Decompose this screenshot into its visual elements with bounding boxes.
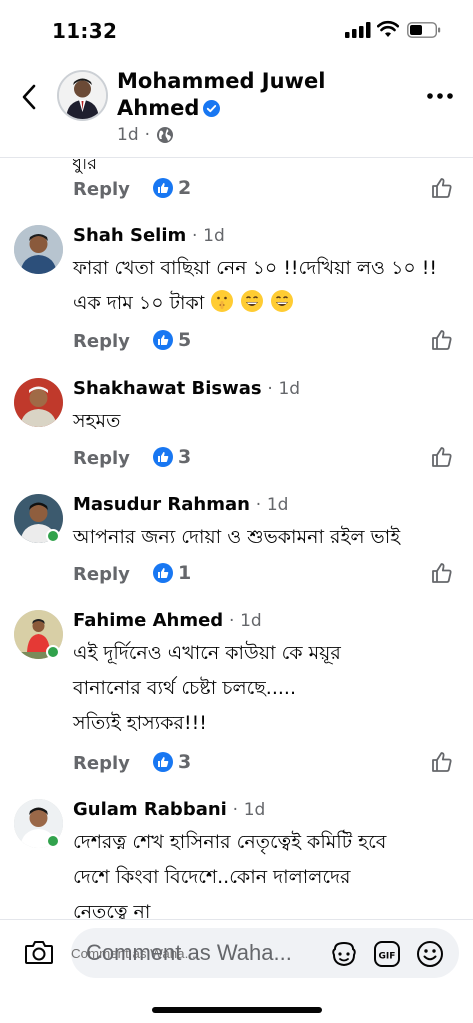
thumbs-up-icon[interactable] <box>431 751 453 773</box>
commenter-name[interactable]: Fahime Ahmed <box>73 610 223 631</box>
status-bar: 11:32 <box>0 0 473 58</box>
comment-header: Shakhawat Biswas · 1d <box>73 378 300 399</box>
comment-time-separator: · <box>255 495 262 515</box>
like-count[interactable]: 3 <box>153 751 191 773</box>
comment-text-line: সত্যিই হাস্যকর!!! <box>73 712 207 734</box>
comment-text: সহমত <box>73 410 121 432</box>
thumbs-up-icon[interactable] <box>431 446 453 468</box>
commenter-name[interactable]: Gulam Rabbani <box>73 799 227 820</box>
author-avatar-image <box>59 72 106 119</box>
cellular-signal-icon <box>345 22 371 38</box>
comment-time: 1d <box>203 226 225 246</box>
more-horizontal-icon <box>427 93 453 99</box>
like-count-value: 3 <box>178 751 192 773</box>
status-time: 11:32 <box>52 19 118 43</box>
like-count-value: 3 <box>178 446 192 468</box>
comment-time: 1d <box>266 495 289 515</box>
camera-icon[interactable] <box>24 938 54 966</box>
thumbs-up-icon[interactable] <box>431 329 453 351</box>
globe-icon <box>157 127 174 143</box>
verified-badge-icon <box>203 100 221 117</box>
online-status-indicator <box>46 645 60 659</box>
grinning-face-emoji <box>241 290 264 312</box>
like-reaction-icon <box>153 752 173 772</box>
svg-text:GIF: GIF <box>379 952 396 962</box>
comment-text-line: বানানোর ব্যর্থ চেষ্টা চলছে..... <box>73 677 296 699</box>
emoji-icon[interactable] <box>416 940 444 968</box>
comment-text-line: দেশে কিংবা বিদেশে..কোন দালালদের <box>73 866 351 888</box>
commenter-name[interactable]: Shah Selim <box>73 225 186 246</box>
like-reaction-icon <box>153 178 173 198</box>
comment-time-separator: · <box>232 800 238 820</box>
comment-header: Gulam Rabbani · 1d <box>73 799 265 820</box>
commenter-avatar[interactable] <box>14 225 63 274</box>
commenter-name[interactable]: Masudur Rahman <box>73 494 250 515</box>
comment-input-placeholder: Comment as Waha... <box>86 940 292 965</box>
comment-text-line: নেতৃত্বে না <box>73 901 151 919</box>
comment-text: এই দূর্দিনেও এখানে কাউয়া কে ময়ূর বানান… <box>73 636 463 741</box>
battery-icon <box>407 22 441 38</box>
commenter-avatar[interactable] <box>14 378 63 427</box>
reply-button[interactable]: Reply <box>73 753 130 774</box>
comment-text-line: এই দূর্দিনেও এখানে কাউয়া কে ময়ূর <box>73 642 341 664</box>
comment-actions: Reply 3 <box>73 446 463 474</box>
comment-header: Fahime Ahmed · 1d <box>73 610 262 631</box>
commenter-name[interactable]: Shakhawat Biswas <box>73 378 262 399</box>
like-count[interactable]: 5 <box>153 329 191 351</box>
comment-time: 1d <box>243 800 266 820</box>
thumbs-up-icon[interactable] <box>431 562 453 584</box>
online-status-indicator <box>46 834 60 848</box>
back-button[interactable] <box>14 80 44 114</box>
comment-header: Masudur Rahman · 1d <box>73 494 288 515</box>
like-count-value: 5 <box>178 329 192 351</box>
online-status-indicator <box>46 529 60 543</box>
post-meta: 1d · <box>117 125 174 145</box>
reply-button[interactable]: Reply <box>73 331 130 352</box>
like-count[interactable]: 1 <box>153 562 191 584</box>
like-count-value: 1 <box>178 562 192 584</box>
more-options-button[interactable] <box>425 84 455 108</box>
like-reaction-icon <box>153 330 173 350</box>
shushing-face-emoji <box>211 290 234 312</box>
chevron-left-icon <box>22 84 36 110</box>
post-time: 1d <box>117 125 139 145</box>
wifi-icon <box>377 20 399 37</box>
comment-actions: Reply 1 <box>73 562 463 590</box>
comments-feed[interactable]: ধুরি Reply 2 Shah Selim · 1d ফারা খেতা ব… <box>0 159 473 919</box>
reply-button[interactable]: Reply <box>73 448 130 469</box>
like-reaction-icon <box>153 447 173 467</box>
grinning-face-emoji <box>271 290 294 312</box>
comment-text-line: দেশরত্ন শেখ হাসিনার নেতৃত্বেই কমিটি হবে <box>73 831 387 853</box>
comment-header: Shah Selim · 1d <box>73 225 225 246</box>
comment-actions: Reply 5 <box>73 329 463 357</box>
like-count-value: 2 <box>178 177 192 199</box>
like-count[interactable]: 2 <box>153 177 191 199</box>
reply-button[interactable]: Reply <box>73 179 130 200</box>
avatar-image <box>14 378 63 427</box>
comment-time: 1d <box>240 611 262 631</box>
post-header: Mohammed Juwel Ahmed 1d · <box>0 58 473 158</box>
comment-time-separator: · <box>267 379 273 399</box>
avatar-sticker-icon[interactable] <box>330 940 358 968</box>
comment-text: আপনার জন্য দোয়া ও শুভকামনা রইল ভাই <box>73 526 401 548</box>
author-avatar[interactable] <box>57 70 108 121</box>
meta-separator: · <box>144 125 151 145</box>
home-indicator[interactable] <box>152 1007 322 1013</box>
thumbs-up-icon[interactable] <box>431 177 453 199</box>
like-reaction-icon <box>153 563 173 583</box>
comment-text: ফারা খেতা বাছিয়া নেন ১০ !!দেখিয়া লও ১০… <box>73 251 463 321</box>
avatar-image <box>14 225 63 274</box>
gif-icon[interactable]: GIF <box>373 940 401 968</box>
comment-actions: Reply 2 <box>73 177 463 205</box>
comment-time-separator: · <box>228 611 235 631</box>
comment-composer: Comment as Waha... GIF <box>0 919 473 985</box>
comment-actions: Reply 3 <box>73 751 463 779</box>
like-count[interactable]: 3 <box>153 446 191 468</box>
comment-time: 1d <box>278 379 301 399</box>
comment-text: দেশরত্ন শেখ হাসিনার নেতৃত্বেই কমিটি হবে … <box>73 825 463 919</box>
author-name-text: Mohammed Juwel Ahmed <box>117 69 326 120</box>
author-name[interactable]: Mohammed Juwel Ahmed <box>117 68 347 122</box>
comment-time-separator: · <box>192 226 198 246</box>
reply-button[interactable]: Reply <box>73 564 130 585</box>
